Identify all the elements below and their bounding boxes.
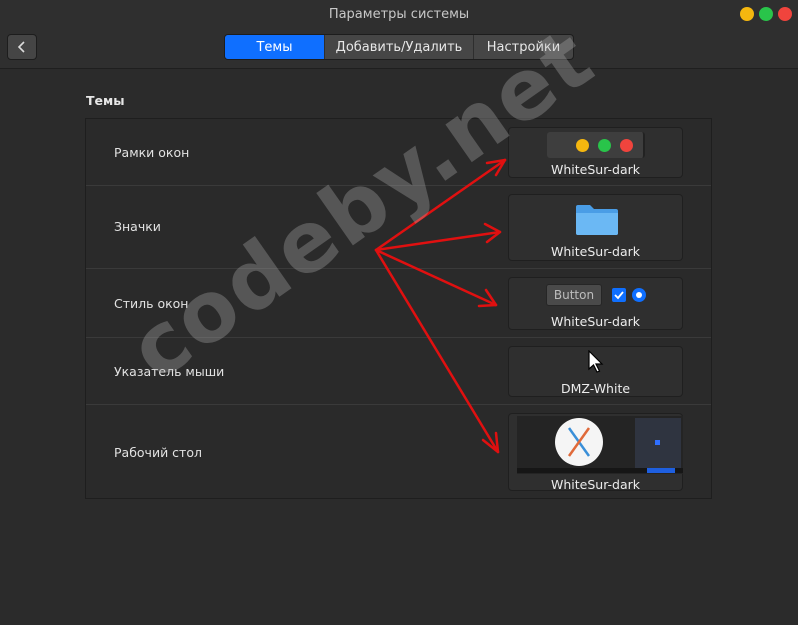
radio-selected-icon <box>632 288 646 302</box>
close-button[interactable] <box>778 7 792 21</box>
tab-themes[interactable]: Темы <box>225 35 324 59</box>
theme-name: WhiteSur-dark <box>550 477 641 492</box>
titlebar-preview <box>547 132 645 158</box>
minimize-button[interactable] <box>740 7 754 21</box>
section-title: Темы <box>86 93 125 108</box>
wallpaper-logo <box>555 418 603 466</box>
row-desktop: Рабочий стол WhiteSur-dark <box>86 405 711 498</box>
back-button[interactable] <box>7 34 37 60</box>
title-bar: Параметры системы <box>0 0 798 28</box>
checkbox-checked-icon <box>612 288 626 302</box>
header-toolbar: Темы Добавить/Удалить Настройки <box>0 28 798 69</box>
close-icon <box>620 139 633 152</box>
x-logo-icon <box>567 427 591 457</box>
window-style-chooser-button[interactable]: Button WhiteSur-dark <box>508 277 683 330</box>
taskbar-preview <box>517 468 683 473</box>
row-label: Рабочий стол <box>114 445 202 460</box>
icons-chooser-button[interactable]: WhiteSur-dark <box>508 194 683 261</box>
maximize-icon <box>598 139 611 152</box>
minimize-icon <box>576 139 589 152</box>
maximize-button[interactable] <box>759 7 773 21</box>
tab-add-remove[interactable]: Добавить/Удалить <box>324 35 473 59</box>
cursor-arrow-icon <box>588 350 604 373</box>
taskbar-app-indicator <box>647 468 675 473</box>
row-label: Значки <box>114 219 161 234</box>
desktop-chooser-button[interactable]: WhiteSur-dark <box>508 413 683 492</box>
chevron-left-icon <box>17 41 25 53</box>
window-title: Параметры системы <box>328 6 470 22</box>
theme-name: WhiteSur-dark <box>550 314 641 329</box>
calendar-widget <box>635 418 681 468</box>
theme-name: DMZ-White <box>560 381 631 396</box>
sample-button: Button <box>546 284 602 306</box>
folder-icon <box>576 205 618 235</box>
theme-name: WhiteSur-dark <box>550 244 641 259</box>
row-label: Рамки окон <box>114 145 190 160</box>
mouse-pointer-chooser-button[interactable]: DMZ-White <box>508 346 683 397</box>
theme-name: WhiteSur-dark <box>550 162 641 177</box>
desktop-preview-thumbnail <box>517 416 683 474</box>
calendar-today-marker <box>655 440 660 445</box>
